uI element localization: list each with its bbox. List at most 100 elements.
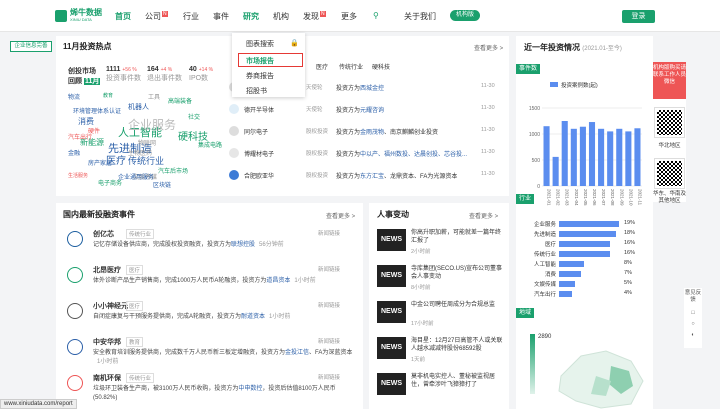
dd-chart-search[interactable]: 图表搜索 (246, 39, 274, 49)
dd-prospectus[interactable]: 招股书 (246, 86, 267, 96)
investor-link[interactable]: 金雨茂物 (360, 130, 384, 136)
cloud-word[interactable]: 生活服务 (68, 172, 88, 179)
company-name[interactable]: 小小神经元 (93, 301, 128, 311)
cloud-word[interactable]: 物联网 (138, 138, 156, 147)
tab-industry[interactable]: 行业 (516, 194, 535, 204)
company-name[interactable]: 德开半导体 (244, 105, 274, 114)
investor-link[interactable]: 中以产、福州数投、达晨创投、芯谷投... (360, 152, 467, 158)
investor-link[interactable]: 道昌资本 (266, 278, 290, 284)
cloud-word[interactable]: 集成电路 (198, 140, 222, 149)
investor-link[interactable]: 元耀咨询 (360, 108, 384, 114)
hot-label: IPO数 (189, 75, 209, 82)
year-panel: 近一年投资情况 (2021.01-至今) 事件数 投资案例数(起) 0 500 100… (516, 36, 653, 409)
company-name[interactable]: 北昂医疗 (93, 265, 121, 275)
tab-region[interactable]: 地域 (516, 308, 535, 318)
hot-more-link[interactable]: 查看更多 > (474, 43, 503, 52)
people-news-time: 1天前 (411, 357, 426, 363)
cloud-word[interactable]: 区块链 (153, 180, 171, 189)
dd-market-report[interactable]: 市场报告 (246, 56, 274, 66)
news-link[interactable]: 新闻链接 (318, 301, 340, 309)
nav-research[interactable]: 研究 (243, 11, 259, 22)
investor-link[interactable]: 中申数控 (238, 386, 262, 392)
cloud-word[interactable]: 汽车后市场 (158, 166, 188, 175)
news-thumb[interactable]: NEWS (377, 373, 406, 395)
cloud-word[interactable]: 企业服务 (128, 116, 176, 133)
hot-date: 11-30 (481, 149, 495, 155)
investor-link[interactable]: 西城金控 (360, 86, 384, 92)
cloud-word[interactable]: 社交 (188, 112, 200, 121)
investor-link[interactable]: 耐道资本 (241, 314, 265, 320)
investor-link[interactable]: 金投江信 (285, 350, 309, 356)
news-link[interactable]: 新闻链接 (318, 337, 340, 345)
headset-icon[interactable]: ◐ (684, 332, 702, 339)
company-logo[interactable] (67, 231, 83, 247)
news-thumb[interactable]: NEWS (377, 265, 406, 287)
people-news-text[interactable]: 寺库集团(SECO.US)宣布公司董事会人事变动 (411, 265, 505, 281)
cloud-word[interactable]: 工具 (148, 92, 160, 101)
company-name[interactable]: 创亿芯 (93, 229, 114, 239)
cloud-word[interactable]: 金融 (68, 148, 80, 157)
news-thumb[interactable]: NEWS (377, 301, 406, 323)
hot-desc-prefix: 投资方为 (336, 174, 361, 180)
search-icon[interactable]: ⚲ (373, 11, 379, 20)
nav-industry[interactable]: 行业 (183, 11, 199, 22)
company-logo[interactable] (67, 267, 83, 283)
domestic-more-link[interactable]: 查看更多 > (326, 211, 355, 220)
company-name[interactable]: 中安华邦 (93, 337, 121, 347)
cloud-word[interactable]: 生物医药 (128, 148, 152, 157)
tab-event-count[interactable]: 事件数 (516, 64, 541, 74)
company-name[interactable]: 博耀材电子 (244, 149, 274, 158)
phone-icon[interactable]: □ (684, 310, 702, 317)
investor-link[interactable]: 东方汇宝 (360, 174, 384, 180)
company-name[interactable]: 南机环保 (93, 373, 121, 383)
cloud-word[interactable]: 房产家居 (88, 158, 112, 167)
cloud-word[interactable]: 高端装备 (168, 96, 192, 105)
cloud-word[interactable]: 机器人 (128, 102, 149, 112)
value-label: 18% (624, 230, 636, 236)
people-more-link[interactable]: 查看更多 > (469, 211, 498, 220)
company-logo (229, 148, 239, 158)
news-thumb[interactable]: NEWS (377, 229, 406, 251)
dd-broker-report[interactable]: 券商报告 (246, 71, 274, 81)
desc-text2: 、FA为深蓝资本 (309, 350, 353, 356)
tab-traditional[interactable]: 传统行业 (339, 62, 363, 71)
event-desc: 自闭症康复与干预服务提供商，完成A轮融资，投资方为耐道资本 1小时前 (93, 313, 353, 322)
people-news-text[interactable]: 中金公司聘任周成分为合规总监 (411, 301, 505, 309)
company-name[interactable]: 合肥欧亚华 (244, 171, 274, 180)
company-logo[interactable] (67, 375, 83, 391)
tab-hardtech[interactable]: 硬科技 (372, 62, 390, 71)
cloud-word[interactable]: 物流 (68, 92, 80, 101)
nav-about[interactable]: 关于我们 (404, 11, 436, 22)
news-link[interactable]: 新闻链接 (318, 373, 340, 381)
investor-link[interactable]: 联想控股 (231, 242, 255, 248)
people-news-text[interactable]: 海目星：12月27日高管不人或关联人越水减减特股份68592股 (411, 337, 505, 353)
chat-icon[interactable]: ○ (684, 321, 702, 328)
nav-home[interactable]: 首页 (115, 11, 131, 22)
news-link[interactable]: 新闻链接 (318, 265, 340, 273)
nav-discover[interactable]: 发现 N (303, 11, 326, 22)
nav-institution[interactable]: 机构 (273, 11, 289, 22)
tab-medical[interactable]: 医疗 (316, 62, 328, 71)
people-news-text[interactable]: 莫非机电实控人、董秘被监视居住，曾牵涉叶飞獐獐打了 (411, 373, 505, 389)
company-logo[interactable] (67, 303, 83, 319)
news-thumb[interactable]: NEWS (377, 337, 406, 359)
new-badge: N (320, 11, 326, 17)
complete-info-button[interactable]: 企业信息完善 (10, 41, 52, 52)
nav-company[interactable]: 公司 N (145, 11, 168, 22)
people-news-text[interactable]: 你高升职加薪，可能就差一篇年终汇报了 (411, 229, 505, 245)
news-link[interactable]: 新闻链接 (318, 229, 340, 237)
cloud-word[interactable]: 硬件 (88, 126, 100, 135)
cloud-word[interactable]: 企业通用服务 (118, 172, 154, 181)
bar (543, 126, 550, 186)
company-logo[interactable] (67, 339, 83, 355)
feedback-float[interactable]: 意见反馈 □ ○ ◐ (684, 288, 702, 348)
cloud-word[interactable]: 环境管理体系认证 (73, 106, 121, 115)
vip-badge[interactable]: 机构版 (450, 10, 480, 21)
x-tick-label: 2021-03 (565, 189, 570, 206)
nav-more[interactable]: 更多 (341, 11, 357, 22)
login-button[interactable]: 登录 (622, 10, 655, 23)
company-name[interactable]: 同尔电子 (244, 127, 268, 136)
logo[interactable]: 烯牛数据 XINIU DATA (55, 9, 102, 22)
cloud-word[interactable]: 教育 (103, 92, 113, 99)
nav-event[interactable]: 事件 (213, 11, 229, 22)
